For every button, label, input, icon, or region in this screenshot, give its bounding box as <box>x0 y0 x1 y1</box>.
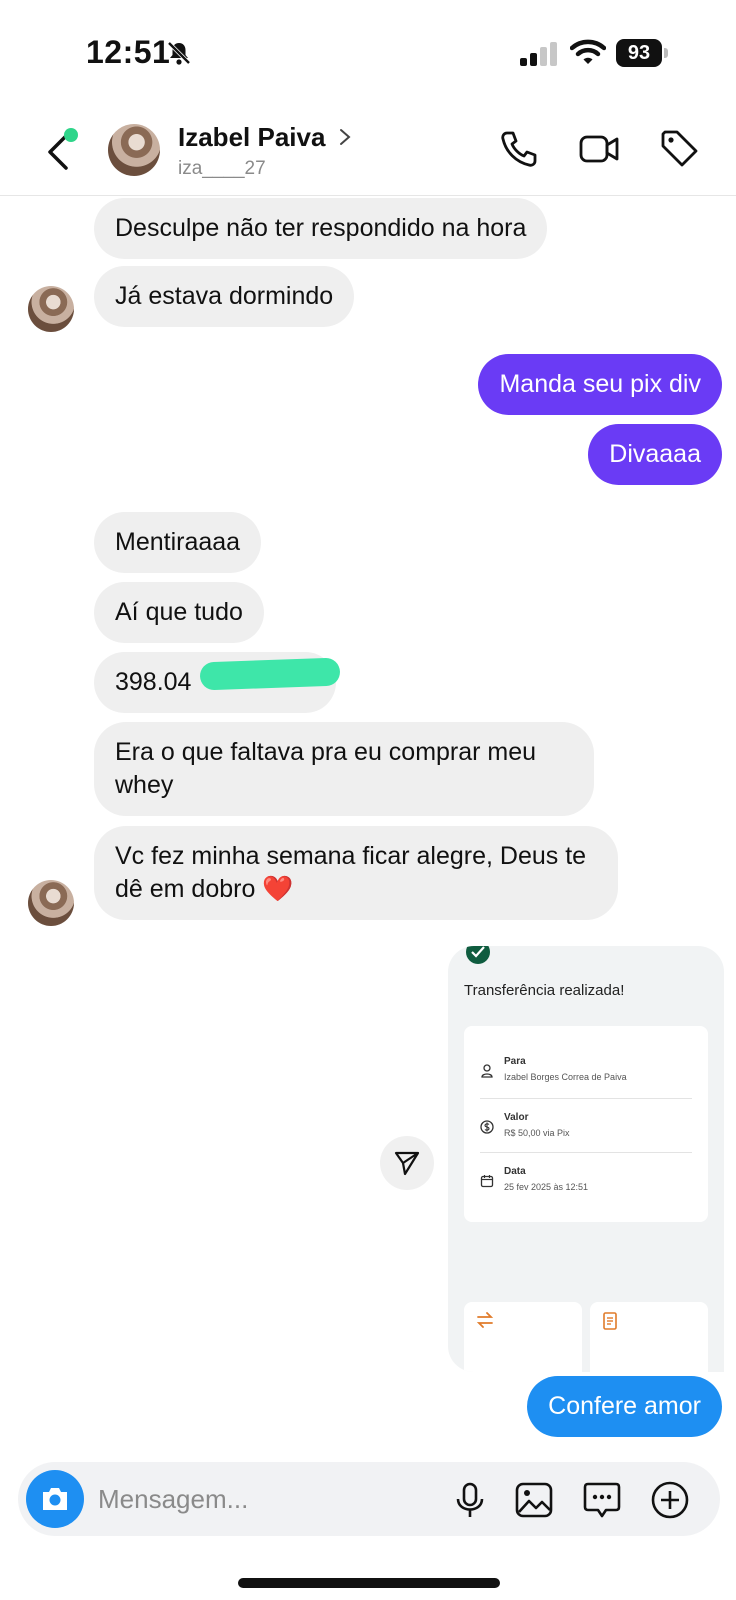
add-circle-icon[interactable] <box>650 1480 690 1520</box>
receipt-action-receipt <box>590 1302 708 1372</box>
message-outgoing[interactable]: Manda seu pix div <box>478 354 722 415</box>
video-call-icon[interactable] <box>578 128 620 170</box>
message-outgoing[interactable]: Confere amor <box>527 1376 722 1437</box>
receipt-label: Data <box>504 1166 526 1177</box>
receipt-icon <box>603 1312 617 1330</box>
share-button[interactable] <box>380 1136 434 1190</box>
sender-avatar[interactable] <box>28 286 74 332</box>
receipt-value: Izabel Borges Correa de Paiva <box>504 1072 627 1082</box>
battery-indicator: 93 <box>616 39 668 67</box>
receipt-label: Para <box>504 1056 526 1067</box>
contact-username: iza____27 <box>178 158 266 179</box>
sender-avatar[interactable] <box>28 880 74 926</box>
transfer-arrows-icon <box>476 1312 494 1328</box>
contact-name[interactable]: Izabel Paiva <box>178 122 325 153</box>
chat-bubble-icon[interactable] <box>582 1480 622 1520</box>
receipt-title: Transferência realizada! <box>464 982 625 999</box>
battery-level: 93 <box>616 39 662 67</box>
dollar-icon <box>480 1120 494 1134</box>
receipt-value: R$ 50,00 via Pix <box>504 1128 570 1138</box>
check-icon <box>466 946 490 964</box>
signal-icon <box>520 42 557 66</box>
microphone-icon[interactable] <box>450 1480 490 1520</box>
person-icon <box>481 1064 493 1078</box>
message-incoming[interactable]: Era o que faltava pra eu comprar meu whe… <box>94 722 594 816</box>
clock: 12:51 <box>86 34 171 70</box>
home-indicator <box>238 1578 500 1588</box>
send-icon <box>394 1151 420 1176</box>
phone-call-icon[interactable] <box>498 128 540 170</box>
wifi-icon <box>570 39 606 64</box>
calendar-icon <box>480 1175 494 1188</box>
message-incoming[interactable]: Já estava dormindo <box>94 266 355 327</box>
message-outgoing[interactable]: Divaaaa <box>588 424 722 485</box>
bell-off-icon <box>167 41 191 65</box>
receipt-value: 25 fev 2025 às 12:51 <box>504 1182 589 1192</box>
message-incoming[interactable]: Desculpe não ter respondido na hora <box>94 198 548 259</box>
divider <box>480 1098 692 1099</box>
receipt-details: Para Izabel Borges Correa de Paiva Valor… <box>464 1026 708 1222</box>
online-indicator <box>64 128 78 142</box>
chat-header: Izabel Paiva iza____27 <box>0 100 736 196</box>
divider <box>480 1152 692 1153</box>
tag-icon[interactable] <box>658 128 700 170</box>
redaction-mark <box>199 657 341 691</box>
camera-button[interactable] <box>26 1470 84 1528</box>
contact-avatar[interactable] <box>108 124 160 176</box>
message-incoming[interactable]: Aí que tudo <box>94 582 264 643</box>
receipt-label: Valor <box>504 1112 529 1123</box>
battery-cap <box>664 48 668 58</box>
message-composer <box>18 1462 720 1536</box>
message-input[interactable] <box>98 1462 438 1536</box>
chevron-right-icon[interactable] <box>338 128 352 146</box>
camera-icon <box>43 1488 67 1510</box>
receipt-action-transfer <box>464 1302 582 1372</box>
message-incoming[interactable]: Mentiraaaa <box>94 512 262 573</box>
transfer-receipt-image[interactable]: Transferência realizada! Para Izabel Bor… <box>448 946 724 1372</box>
message-incoming[interactable]: Vc fez minha semana ficar alegre, Deus t… <box>94 826 618 920</box>
status-bar: 12:51 93 <box>0 0 736 100</box>
gallery-icon[interactable] <box>514 1480 554 1520</box>
